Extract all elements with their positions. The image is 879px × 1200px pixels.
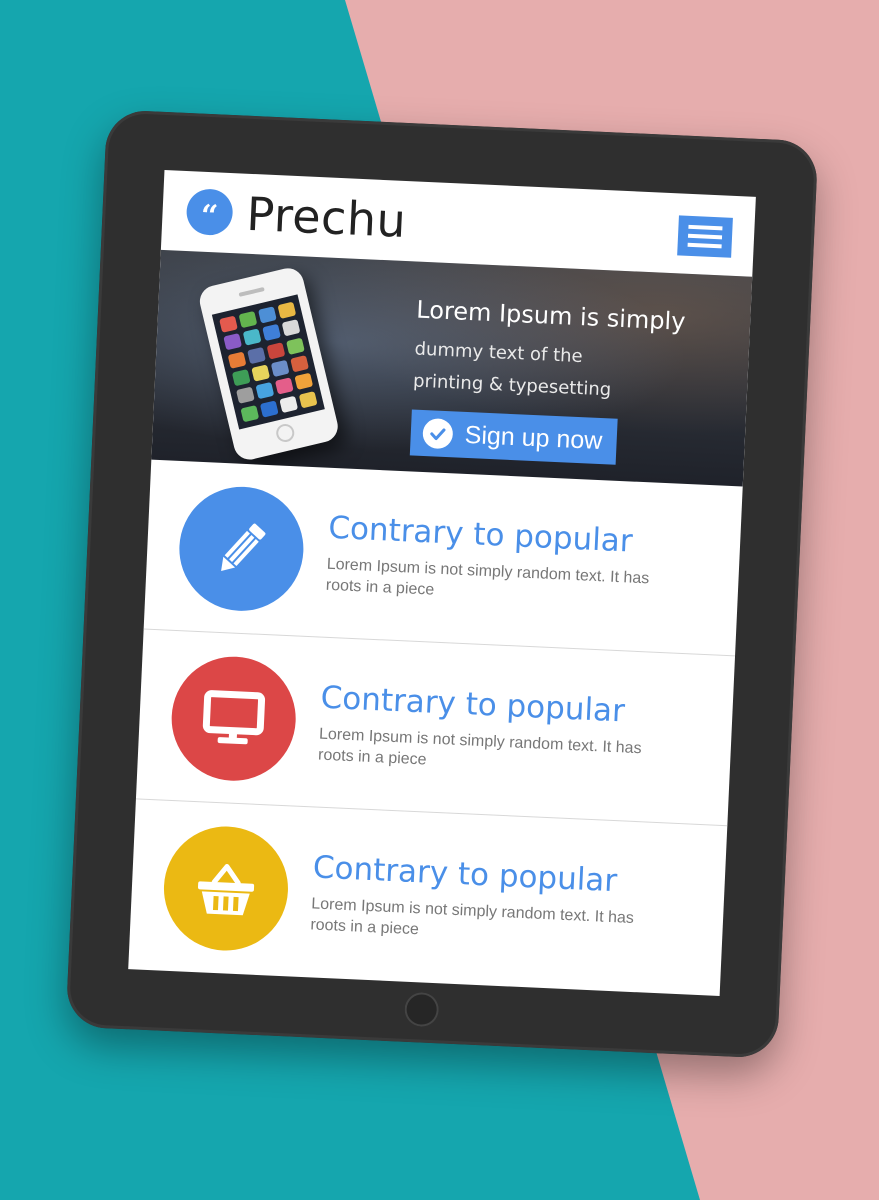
hamburger-icon-bar	[688, 224, 723, 231]
hero-banner: Lorem Ipsum is simply dummy text of the …	[151, 249, 753, 487]
brand-name: Prechu	[245, 186, 408, 248]
phone-app-grid	[211, 294, 325, 430]
sign-up-button[interactable]: Sign up now	[409, 409, 618, 465]
hero-text: Lorem Ipsum is simply dummy text of the …	[412, 296, 686, 410]
feature-title: Contrary to popular	[327, 509, 634, 560]
hamburger-menu-button[interactable]	[677, 215, 733, 258]
feature-list: Contrary to popular Lorem Ipsum is not s…	[128, 459, 743, 996]
feature-item[interactable]: Contrary to popular Lorem Ipsum is not s…	[143, 459, 743, 657]
check-circle-icon	[422, 417, 454, 450]
phone-speaker	[238, 286, 265, 297]
sign-up-label: Sign up now	[464, 420, 603, 455]
feature-item[interactable]: Contrary to popular Lorem Ipsum is not s…	[128, 799, 727, 996]
feature-item[interactable]: Contrary to popular Lorem Ipsum is not s…	[135, 629, 736, 827]
feature-text: Contrary to popular Lorem Ipsum is not s…	[318, 679, 662, 780]
feature-title: Contrary to popular	[312, 849, 618, 900]
basket-icon	[161, 823, 291, 954]
hamburger-icon-bar	[687, 242, 722, 249]
feature-description: Lorem Ipsum is not simply random text. I…	[310, 895, 635, 939]
feature-description: Lorem Ipsum is not simply random text. I…	[317, 725, 642, 768]
tablet-screen: “ Prechu Lorem Ipsum is simply dummy tex…	[128, 169, 756, 997]
tablet-device: “ Prechu Lorem Ipsum is simply dummy tex…	[65, 109, 819, 1059]
pencil-icon	[176, 483, 307, 614]
hero-title: Lorem Ipsum is simply	[415, 295, 687, 336]
hamburger-icon-bar	[687, 233, 723, 240]
feature-text: Contrary to popular Lorem Ipsum is not s…	[325, 509, 669, 610]
feature-title: Contrary to popular	[319, 679, 626, 729]
monitor-icon	[168, 653, 299, 783]
tablet-home-button	[403, 991, 440, 1028]
feature-text: Contrary to popular Lorem Ipsum is not s…	[310, 849, 654, 950]
smartphone-image	[196, 265, 341, 463]
feature-description: Lorem Ipsum is not simply random text. I…	[325, 555, 650, 599]
quote-logo-icon: “	[185, 188, 234, 237]
phone-home-button	[274, 422, 297, 444]
